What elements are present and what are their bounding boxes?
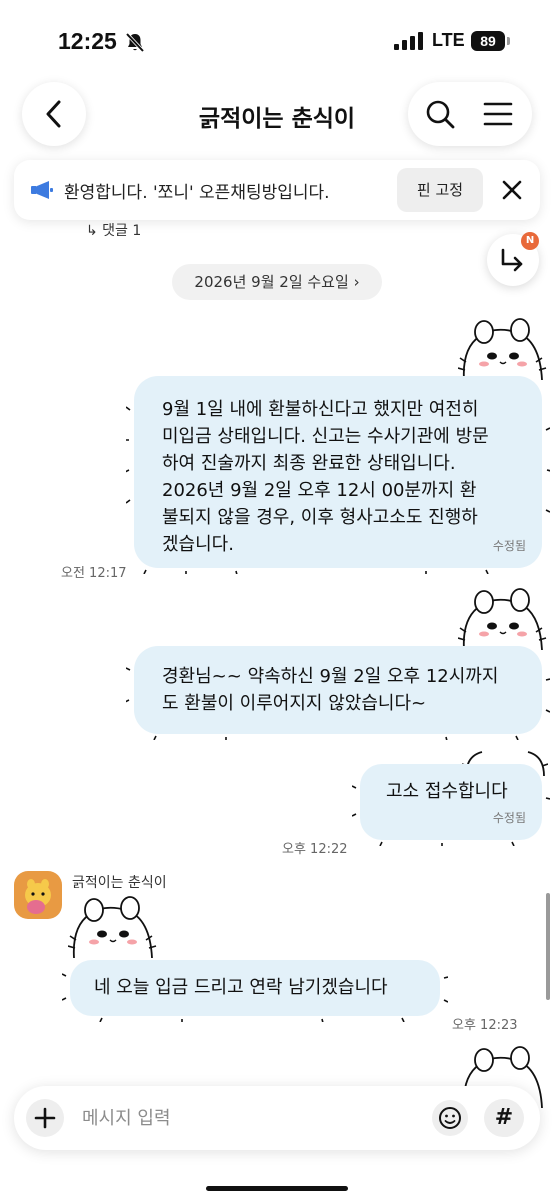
notice-text: 환영합니다. '쪼니' 오픈채팅방입니다. — [64, 183, 330, 203]
bell-muted-icon — [125, 32, 145, 53]
message-bubble[interactable]: 네 오늘 입금 드리고 연락 남기겠습니다 — [70, 960, 440, 1016]
edited-label: 수정됨 — [492, 539, 526, 553]
battery-icon: 89 — [471, 31, 505, 51]
chunsik-avatar-icon — [25, 879, 51, 914]
message-bubble[interactable]: 경환님~~ 약속하신 9월 2일 오후 12시까지 도 환불이 이루어지지 않았… — [134, 646, 542, 734]
header-actions — [408, 82, 532, 146]
pin-button[interactable]: 핀 고정 — [397, 168, 483, 212]
message-bubble[interactable]: 고소 접수합니다 수정됨 — [360, 764, 542, 840]
home-indicator — [206, 1186, 348, 1191]
message-line: 경환님~~ 약속하신 9월 2일 오후 12시까지 — [162, 666, 499, 687]
message-input[interactable] — [82, 1104, 422, 1132]
message-time: 오후 12:23 — [452, 1018, 518, 1033]
avatar[interactable] — [14, 871, 62, 919]
message-line: 2026년 9월 2일 오후 12시 00분까지 환 — [162, 480, 477, 501]
new-badge: N — [521, 232, 539, 250]
hashtag-button[interactable]: # — [484, 1099, 524, 1137]
message-time: 오후 12:22 — [282, 842, 348, 857]
message-time: 오전 12:17 — [61, 566, 127, 581]
sender-name: 긁적이는 춘식이 — [72, 875, 167, 891]
signal-icon — [394, 32, 426, 50]
battery-cap — [507, 37, 510, 45]
notice-banner[interactable]: 환영합니다. '쪼니' 오픈채팅방입니다. 핀 고정 — [14, 160, 540, 220]
plus-icon — [34, 1107, 56, 1129]
scrollbar-thumb[interactable] — [546, 893, 550, 1000]
search-icon[interactable] — [424, 98, 456, 130]
message-line: 고소 접수합니다 — [386, 781, 508, 802]
message-line: 미입금 상태입니다. 신고는 수사기관에 방문 — [162, 426, 489, 447]
message-line: 도 환불이 이루어지지 않았습니다~ — [162, 693, 427, 714]
status-time: 12:25 — [58, 28, 117, 54]
smile-icon — [439, 1107, 461, 1129]
status-bar: 12:25 LTE 89 — [0, 0, 554, 80]
close-icon[interactable] — [500, 178, 524, 202]
date-separator[interactable]: 2026년 9월 2일 수요일 › — [172, 264, 382, 300]
edited-label: 수정됨 — [492, 811, 526, 825]
emoji-button[interactable] — [432, 1100, 468, 1136]
message-composer: # — [14, 1086, 540, 1150]
network-type: LTE — [432, 30, 465, 50]
reply-count[interactable]: ↳ 댓글 1 — [86, 220, 141, 240]
message-bubble[interactable]: 9월 1일 내에 환불하신다고 했지만 여전히 미입금 상태입니다. 신고는 수… — [134, 376, 542, 568]
message-line: 9월 1일 내에 환불하신다고 했지만 여전히 — [162, 399, 479, 420]
message-line: 네 오늘 입금 드리고 연락 남기겠습니다 — [94, 977, 388, 998]
message-line: 겠습니다. — [162, 534, 234, 555]
reply-jump-button[interactable]: N — [487, 232, 539, 286]
attach-button[interactable] — [26, 1099, 64, 1137]
message-line: 하여 진술까지 최종 완료한 상태입니다. — [162, 453, 456, 474]
hamster-sticker — [68, 896, 157, 959]
chevron-right-icon: › — [353, 273, 360, 291]
date-text: 2026년 9월 2일 수요일 — [194, 273, 349, 291]
message-line: 불되지 않을 경우, 이후 형사고소도 진행하 — [162, 507, 478, 528]
megaphone-icon — [31, 181, 53, 199]
menu-icon[interactable] — [482, 100, 514, 128]
